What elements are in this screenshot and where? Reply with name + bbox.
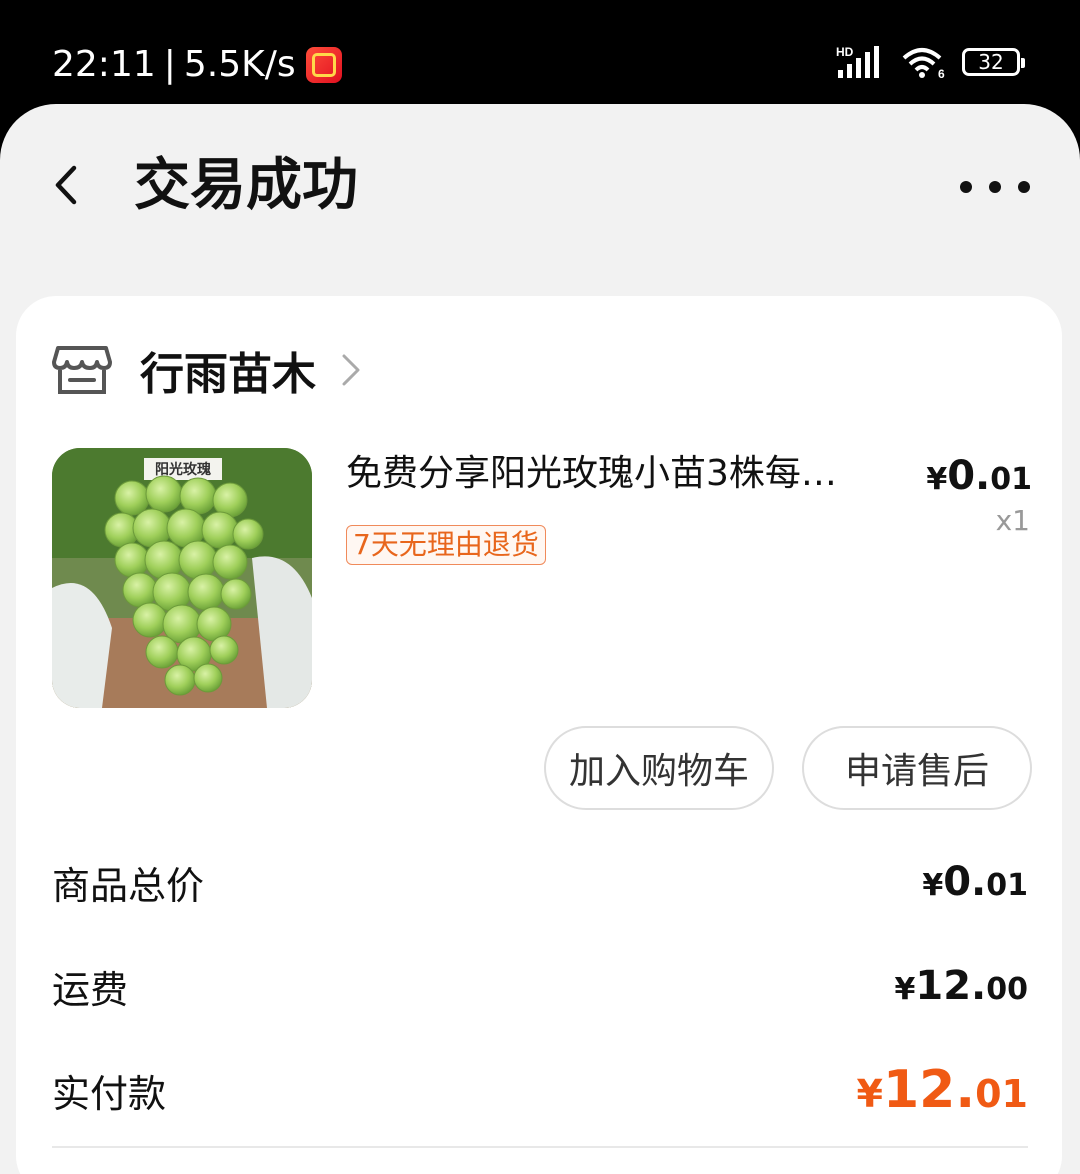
currency-symbol: ¥ bbox=[856, 1072, 883, 1116]
price-decimal: 01 bbox=[990, 462, 1032, 497]
store-icon bbox=[52, 346, 112, 394]
more-dot-icon bbox=[1018, 181, 1030, 193]
network-speed: 5.5K/s bbox=[183, 44, 296, 85]
more-button[interactable] bbox=[960, 170, 1030, 204]
goods-total-amount: ¥0.01 bbox=[922, 859, 1028, 905]
nav-bar: 交易成功 bbox=[0, 104, 1080, 264]
wifi-6-label: 6 bbox=[938, 67, 945, 80]
amount-decimal: 01 bbox=[986, 868, 1028, 903]
divider bbox=[52, 1146, 1028, 1148]
order-card: 行雨苗木 阳光玫瑰 免费分享阳光玫瑰小苗3株每… ¥0.01 x1 7天无理由退… bbox=[16, 296, 1062, 1174]
hd-label: HD bbox=[836, 45, 854, 59]
currency-symbol: ¥ bbox=[926, 462, 948, 497]
amount-decimal: 01 bbox=[975, 1072, 1028, 1116]
paid-label: 实付款 bbox=[52, 1071, 167, 1116]
taobao-618-icon bbox=[305, 47, 342, 83]
return-policy-tag: 7天无理由退货 bbox=[346, 525, 546, 565]
product-price: ¥0.01 bbox=[926, 448, 1032, 512]
goods-total-row: 商品总价 ¥0.01 bbox=[52, 852, 1028, 912]
more-dot-icon bbox=[989, 181, 1001, 193]
status-time: 22:11 bbox=[52, 44, 156, 85]
shipping-label: 运费 bbox=[52, 967, 129, 1012]
order-detail-page: 交易成功 行雨苗木 阳光玫瑰 免费分享阳光玫瑰小苗3株每… ¥0.01 x1 7… bbox=[0, 104, 1080, 1174]
battery-level: 32 bbox=[978, 50, 1004, 74]
chevron-left-icon bbox=[55, 165, 77, 205]
status-separator: | bbox=[163, 44, 176, 85]
paid-amount: ¥12.01 bbox=[857, 1060, 1028, 1120]
shop-link[interactable]: 行雨苗木 bbox=[52, 340, 362, 400]
status-right: HD 6 32 bbox=[836, 44, 1025, 80]
grape-image: 阳光玫瑰 bbox=[52, 448, 312, 708]
shop-name: 行雨苗木 bbox=[140, 349, 316, 400]
amount-integer: 12. bbox=[915, 963, 987, 1009]
paid-row: 实付款 ¥12.01 bbox=[52, 1060, 1028, 1120]
amount-integer: 12. bbox=[882, 1060, 976, 1120]
goods-total-label: 商品总价 bbox=[52, 863, 205, 908]
product-quantity: x1 bbox=[995, 504, 1030, 537]
status-bar: 22:11 | 5.5K/s HD 6 32 bbox=[0, 0, 1080, 104]
shipping-amount: ¥12.00 bbox=[895, 963, 1028, 1009]
shipping-row: 运费 ¥12.00 bbox=[52, 956, 1028, 1016]
product-image[interactable]: 阳光玫瑰 bbox=[52, 448, 312, 708]
add-to-cart-button[interactable]: 加入购物车 bbox=[544, 726, 774, 810]
after-sale-button[interactable]: 申请售后 bbox=[802, 726, 1032, 810]
more-dot-icon bbox=[960, 181, 972, 193]
currency-symbol: ¥ bbox=[922, 868, 944, 903]
cellular-signal-icon: HD bbox=[836, 45, 879, 78]
battery-icon: 32 bbox=[962, 48, 1025, 76]
amount-integer: 0. bbox=[943, 859, 987, 905]
currency-symbol: ¥ bbox=[894, 972, 916, 1007]
wifi-icon: 6 bbox=[902, 48, 945, 80]
image-label: 阳光玫瑰 bbox=[155, 461, 211, 478]
page-title: 交易成功 bbox=[134, 153, 358, 218]
product-title[interactable]: 免费分享阳光玫瑰小苗3株每… bbox=[346, 446, 896, 502]
status-left: 22:11 | 5.5K/s bbox=[52, 40, 342, 90]
back-button[interactable] bbox=[40, 160, 90, 210]
price-integer: 0. bbox=[947, 453, 991, 499]
amount-decimal: 00 bbox=[986, 972, 1028, 1007]
chevron-right-icon bbox=[342, 354, 360, 386]
